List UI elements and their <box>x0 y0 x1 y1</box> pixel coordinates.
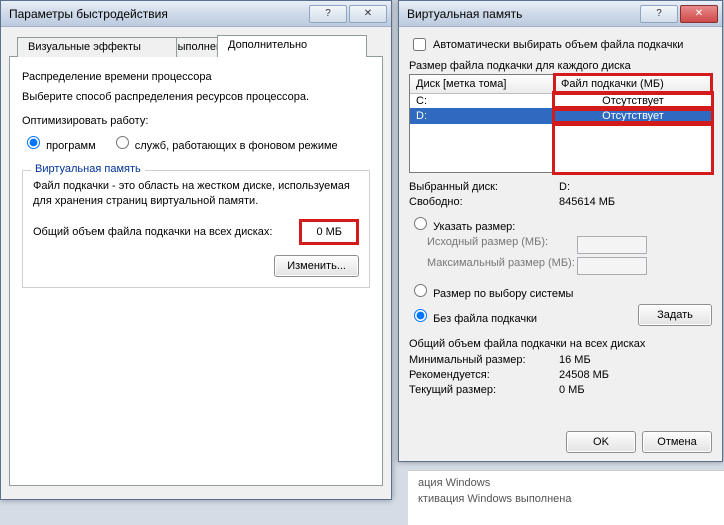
col-pagefile[interactable]: Файл подкачки (МБ) <box>555 75 711 93</box>
titlebar-performance[interactable]: Параметры быстродействия ? ✕ <box>1 1 391 27</box>
col-drive[interactable]: Диск [метка тома] <box>410 75 555 93</box>
activation-panel-fragment: ация Windows ктивация Windows выполнена <box>408 470 724 525</box>
sched-optimize-label: Оптимизировать работу: <box>22 115 370 127</box>
set-button[interactable]: Задать <box>638 304 712 326</box>
radio-system-input[interactable] <box>414 284 427 297</box>
client-area: Предотвращение выполнения данных Визуаль… <box>1 27 391 494</box>
radio-services-input[interactable] <box>116 136 129 149</box>
close-button[interactable]: ✕ <box>680 5 718 23</box>
window-title: Виртуальная память <box>407 7 522 21</box>
auto-manage-checkbox[interactable]: Автоматически выбирать объем файла подка… <box>409 35 712 54</box>
close-button[interactable]: ✕ <box>349 5 387 23</box>
cell-c-pf: Отсутствует <box>555 94 711 108</box>
radio-none[interactable]: Без файла подкачки <box>409 306 638 325</box>
max-size-label: Максимальный размер (МБ): <box>427 257 577 275</box>
radio-custom[interactable]: Указать размер: <box>409 214 712 233</box>
cell-d-drive: D: <box>410 109 555 123</box>
ok-button[interactable]: OK <box>566 431 636 453</box>
vm-total-row: Общий объем файла подкачки на всех диска… <box>33 219 359 245</box>
total-heading: Общий объем файла подкачки на всех диска… <box>409 338 712 350</box>
initial-size-label: Исходный размер (МБ): <box>427 236 577 254</box>
cur-value: 0 МБ <box>559 384 585 396</box>
selected-disk-value: D: <box>559 181 570 193</box>
radio-programs[interactable]: программ <box>22 140 96 152</box>
dialog-buttons: OK Отмена <box>566 431 712 453</box>
disk-table-header: Диск [метка тома] Файл подкачки (МБ) <box>410 75 711 94</box>
performance-options-window: Параметры быстродействия ? ✕ Предотвраще… <box>0 0 392 500</box>
radio-services[interactable]: служб, работающих в фоновом режиме <box>111 140 338 152</box>
table-row-selected[interactable]: D: Отсутствует <box>410 108 711 124</box>
sched-heading: Распределение времени процессора <box>22 71 370 83</box>
section-processor-sched: Распределение времени процессора Выберит… <box>22 71 370 152</box>
max-size-input <box>577 257 647 275</box>
initial-size-input <box>577 236 647 254</box>
disk-table: Диск [метка тома] Файл подкачки (МБ) C: … <box>409 74 712 173</box>
window-title: Параметры быстродействия <box>9 7 168 21</box>
change-button[interactable]: Изменить... <box>274 255 359 277</box>
fieldset-virtual-memory: Виртуальная память Файл подкачки - это о… <box>22 170 370 288</box>
radio-system[interactable]: Размер по выбору системы <box>409 281 712 300</box>
radio-none-input[interactable] <box>414 309 427 322</box>
tab-advanced[interactable]: Дополнительно <box>217 35 367 57</box>
activation-heading: ация Windows <box>418 477 714 489</box>
cur-label: Текущий размер: <box>409 384 559 396</box>
radio-custom-input[interactable] <box>414 217 427 230</box>
vm-total-label: Общий объем файла подкачки на всех диска… <box>33 226 291 238</box>
min-label: Минимальный размер: <box>409 354 559 366</box>
tabpane-advanced: Распределение времени процессора Выберит… <box>9 56 383 486</box>
cell-d-pf: Отсутствует <box>555 109 711 123</box>
rec-value: 24508 МБ <box>559 369 609 381</box>
free-value: 845614 МБ <box>559 196 615 208</box>
tab-visual[interactable]: Визуальные эффекты <box>17 37 177 57</box>
vm-legend: Виртуальная память <box>31 163 145 175</box>
activation-status: ктивация Windows выполнена <box>418 493 714 505</box>
titlebar-vm[interactable]: Виртуальная память ? ✕ <box>399 1 722 27</box>
selected-disk-label: Выбранный диск: <box>409 181 559 193</box>
rec-label: Рекомендуется: <box>409 369 559 381</box>
sched-text: Выберите способ распределения ресурсов п… <box>22 91 370 103</box>
size-each-label: Размер файла подкачки для каждого диска <box>409 60 712 72</box>
auto-manage-input[interactable] <box>413 38 426 51</box>
cell-c-drive[interactable]: C: <box>410 94 555 108</box>
cancel-button[interactable]: Отмена <box>642 431 712 453</box>
min-value: 16 МБ <box>559 354 591 366</box>
help-button[interactable]: ? <box>640 5 678 23</box>
vm-description: Файл подкачки - это область на жестком д… <box>33 179 359 209</box>
help-button[interactable]: ? <box>309 5 347 23</box>
virtual-memory-window: Виртуальная память ? ✕ Автоматически выб… <box>398 0 723 462</box>
vm-total-value: 0 МБ <box>299 219 359 245</box>
client-area: Автоматически выбирать объем файла подка… <box>399 27 722 461</box>
free-label: Свободно: <box>409 196 559 208</box>
tabstrip: Предотвращение выполнения данных Визуаль… <box>9 35 383 57</box>
sched-radio-row: программ служб, работающих в фоновом реж… <box>22 133 370 152</box>
radio-programs-input[interactable] <box>27 136 40 149</box>
disk-table-body: C: Отсутствует D: Отсутствует <box>410 94 711 172</box>
